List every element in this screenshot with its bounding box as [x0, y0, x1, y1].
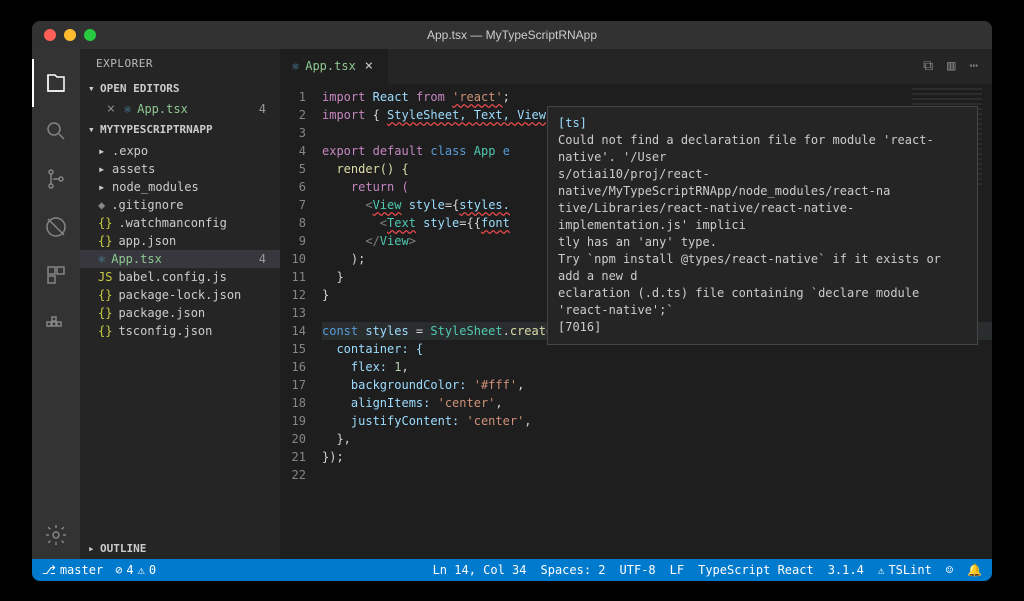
json-icon: {} [98, 234, 112, 248]
error-icon: ⊘ [115, 563, 122, 577]
hover-error-tooltip: [ts] Could not find a declaration file f… [547, 106, 978, 345]
tree-file[interactable]: ⚛App.tsx4 [80, 250, 280, 268]
tree-file[interactable]: {}.watchmanconfig [80, 214, 280, 232]
chevron-right-icon: ▸ [98, 162, 106, 176]
encoding-status[interactable]: UTF-8 [620, 563, 656, 577]
close-icon[interactable]: × [104, 101, 118, 117]
json-icon: {} [98, 324, 112, 338]
open-editors-header[interactable]: ▾OPEN EDITORS [80, 78, 280, 99]
activity-bar [32, 49, 80, 559]
tab-label: App.tsx [305, 59, 356, 73]
react-icon: ⚛ [98, 252, 105, 266]
settings-gear-icon[interactable] [32, 511, 80, 559]
tree-file[interactable]: {}tsconfig.json [80, 322, 280, 340]
chevron-right-icon: ▸ [88, 542, 96, 555]
editor-body[interactable]: 12345678910111213141516171819202122 impo… [280, 84, 992, 559]
titlebar: App.tsx — MyTypeScriptRNApp [32, 21, 992, 49]
tree-folder[interactable]: ▸assets [80, 160, 280, 178]
tree-folder[interactable]: ▸node_modules [80, 178, 280, 196]
error-count-badge: 4 [259, 102, 272, 116]
extensions-icon[interactable] [32, 251, 80, 299]
editor-file-name: App.tsx [137, 102, 188, 116]
eol-status[interactable]: LF [670, 563, 684, 577]
sidebar: EXPLORER ▾OPEN EDITORS × ⚛ App.tsx 4 ▾MY… [80, 49, 280, 559]
maximize-window-button[interactable] [84, 29, 96, 41]
error-count-badge: 4 [259, 252, 272, 266]
tree-folder[interactable]: ▸.expo [80, 142, 280, 160]
code-content[interactable]: import React from 'react'; import { Styl… [322, 84, 992, 559]
indentation-status[interactable]: Spaces: 2 [541, 563, 606, 577]
minimize-window-button[interactable] [64, 29, 76, 41]
window-title: App.tsx — MyTypeScriptRNApp [427, 28, 597, 42]
debug-icon[interactable] [32, 203, 80, 251]
git-branch-icon: ⎇ [42, 563, 56, 577]
feedback-icon[interactable]: ☺ [946, 563, 953, 577]
cursor-position[interactable]: Ln 14, Col 34 [433, 563, 527, 577]
close-window-button[interactable] [44, 29, 56, 41]
tree-file[interactable]: ◆.gitignore [80, 196, 280, 214]
typescript-version[interactable]: 3.1.4 [828, 563, 864, 577]
line-number-gutter: 12345678910111213141516171819202122 [280, 84, 322, 559]
editor-actions: ⧉ ▥ ⋯ [909, 49, 992, 84]
react-icon: ⚛ [124, 102, 131, 116]
status-bar: ⎇master ⊘4 ⚠0 Ln 14, Col 34 Spaces: 2 UT… [32, 559, 992, 581]
tree-file[interactable]: {}package-lock.json [80, 286, 280, 304]
json-icon: {} [98, 288, 112, 302]
sidebar-title: EXPLORER [80, 49, 280, 78]
open-editor-item[interactable]: × ⚛ App.tsx 4 [80, 99, 280, 119]
tooltip-source: [ts] [558, 115, 967, 132]
tree-file[interactable]: JSbabel.config.js [80, 268, 280, 286]
compare-icon[interactable]: ⧉ [923, 58, 933, 74]
file-icon: ◆ [98, 198, 105, 212]
git-branch-status[interactable]: ⎇master [42, 563, 103, 577]
chevron-down-icon: ▾ [88, 82, 96, 95]
tslint-status[interactable]: TSLint [878, 563, 932, 577]
source-control-icon[interactable] [32, 155, 80, 203]
body: EXPLORER ▾OPEN EDITORS × ⚛ App.tsx 4 ▾MY… [32, 49, 992, 559]
chevron-right-icon: ▸ [98, 144, 106, 158]
search-icon[interactable] [32, 107, 80, 155]
warning-icon [878, 563, 885, 577]
warning-icon: ⚠ [138, 563, 145, 577]
react-icon: ⚛ [292, 59, 299, 73]
tabs-row: ⚛ App.tsx × ⧉ ▥ ⋯ [280, 49, 992, 84]
project-header[interactable]: ▾MYTYPESCRIPTRNAPP [80, 119, 280, 140]
file-tree: ▸.expo ▸assets ▸node_modules ◆.gitignore… [80, 140, 280, 342]
tree-file[interactable]: {}app.json [80, 232, 280, 250]
close-tab-icon[interactable]: × [362, 58, 376, 74]
tree-file[interactable]: {}package.json [80, 304, 280, 322]
more-actions-icon[interactable]: ⋯ [970, 58, 978, 74]
outline-header[interactable]: ▸OUTLINE [80, 538, 280, 559]
problems-status[interactable]: ⊘4 ⚠0 [115, 563, 156, 577]
explorer-icon[interactable] [32, 59, 80, 107]
tab-app-tsx[interactable]: ⚛ App.tsx × [280, 49, 389, 84]
editor-area: ⚛ App.tsx × ⧉ ▥ ⋯ 1234567891011121314151… [280, 49, 992, 559]
chevron-down-icon: ▾ [88, 123, 96, 136]
traffic-lights [44, 29, 96, 41]
app-window: App.tsx — MyTypeScriptRNApp EXPLORER ▾OP… [32, 21, 992, 581]
chevron-right-icon: ▸ [98, 180, 106, 194]
json-icon: {} [98, 216, 112, 230]
notifications-bell-icon[interactable]: 🔔 [967, 563, 982, 577]
docker-icon[interactable] [32, 299, 80, 347]
language-mode-status[interactable]: TypeScript React [698, 563, 814, 577]
split-editor-icon[interactable]: ▥ [947, 58, 955, 74]
json-icon: {} [98, 306, 112, 320]
js-icon: JS [98, 270, 112, 284]
